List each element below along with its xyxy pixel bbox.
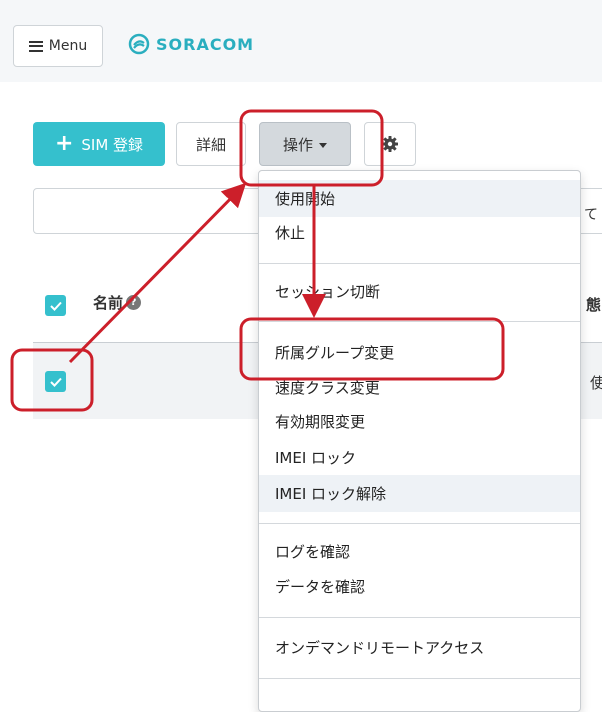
- select-all-checkbox[interactable]: [45, 295, 66, 316]
- operations-dropdown-menu: 使用開始 休止 セッション切断 所属グループ変更 速度クラス変更 有効期限変更 …: [258, 170, 581, 712]
- menu-item-label: 有効期限変更: [275, 413, 366, 431]
- menu-divider: [259, 617, 580, 618]
- menu-item-label: 使用開始: [275, 190, 336, 208]
- menu-item-on-demand-remote-access[interactable]: オンデマンドリモートアクセス: [259, 629, 580, 666]
- menu-item-view-data[interactable]: データを確認: [259, 568, 580, 605]
- soracom-logo[interactable]: SORACOM: [128, 33, 254, 55]
- logo-text: SORACOM: [156, 34, 255, 54]
- menu-item-imei-lock[interactable]: IMEI ロック: [259, 439, 580, 476]
- menu-item-label: ログを確認: [275, 543, 351, 561]
- check-icon: [49, 301, 62, 311]
- menu-item-label: 速度クラス変更: [275, 379, 380, 397]
- menu-item-label: 休止: [275, 224, 306, 242]
- gear-icon: [382, 136, 398, 152]
- menu-item-activate[interactable]: 使用開始: [259, 180, 580, 217]
- name-column-header[interactable]: 名前 ?: [93, 292, 142, 313]
- detail-label: 詳細: [195, 135, 226, 154]
- menu-item-label: IMEI ロック: [275, 449, 357, 467]
- operations-button[interactable]: 操作: [259, 122, 351, 166]
- menu-item-change-speed-class[interactable]: 速度クラス変更: [259, 369, 580, 406]
- status-column-header[interactable]: 態: [586, 294, 601, 315]
- menu-item-suspend[interactable]: 休止: [259, 214, 580, 251]
- name-header-label: 名前: [93, 294, 124, 312]
- menu-item-label: 所属グループ変更: [275, 344, 395, 362]
- menu-button[interactable]: Menu: [13, 25, 103, 67]
- search-trailing-text: て: [584, 207, 598, 223]
- menu-item-label: データを確認: [275, 578, 366, 596]
- plus-icon: +: [54, 131, 74, 156]
- check-icon: [49, 377, 62, 387]
- row-status-text: 使: [590, 374, 602, 392]
- menu-divider: [259, 321, 580, 322]
- menu-item-view-logs[interactable]: ログを確認: [259, 533, 580, 570]
- caret-down-icon: [319, 142, 327, 148]
- register-sim-label: SIM 登録: [81, 135, 144, 154]
- menu-item-label: セッション切断: [275, 283, 381, 301]
- help-icon[interactable]: ?: [126, 295, 142, 310]
- menu-divider: [259, 678, 580, 679]
- menu-divider: [259, 523, 580, 524]
- menu-item-label: IMEI ロック解除: [275, 485, 387, 503]
- register-sim-button[interactable]: + SIM 登録: [33, 122, 165, 166]
- menu-item-change-group[interactable]: 所属グループ変更: [259, 334, 580, 371]
- menu-divider: [259, 263, 580, 264]
- settings-button[interactable]: [364, 122, 416, 166]
- operations-label: 操作: [282, 135, 313, 154]
- menu-label: Menu: [48, 38, 88, 54]
- soracom-logo-icon: [128, 33, 150, 55]
- menu-item-disconnect-session[interactable]: セッション切断: [259, 273, 580, 310]
- menu-item-change-expiry[interactable]: 有効期限変更: [259, 403, 580, 440]
- row-checkbox[interactable]: [45, 371, 66, 392]
- menu-item-imei-unlock[interactable]: IMEI ロック解除: [259, 475, 580, 512]
- top-bar: Menu SORACOM: [0, 0, 602, 82]
- detail-button[interactable]: 詳細: [176, 122, 246, 166]
- menu-item-label: オンデマンドリモートアクセス: [275, 639, 485, 657]
- status-header-label: 態: [586, 296, 602, 314]
- hamburger-icon: [28, 40, 43, 52]
